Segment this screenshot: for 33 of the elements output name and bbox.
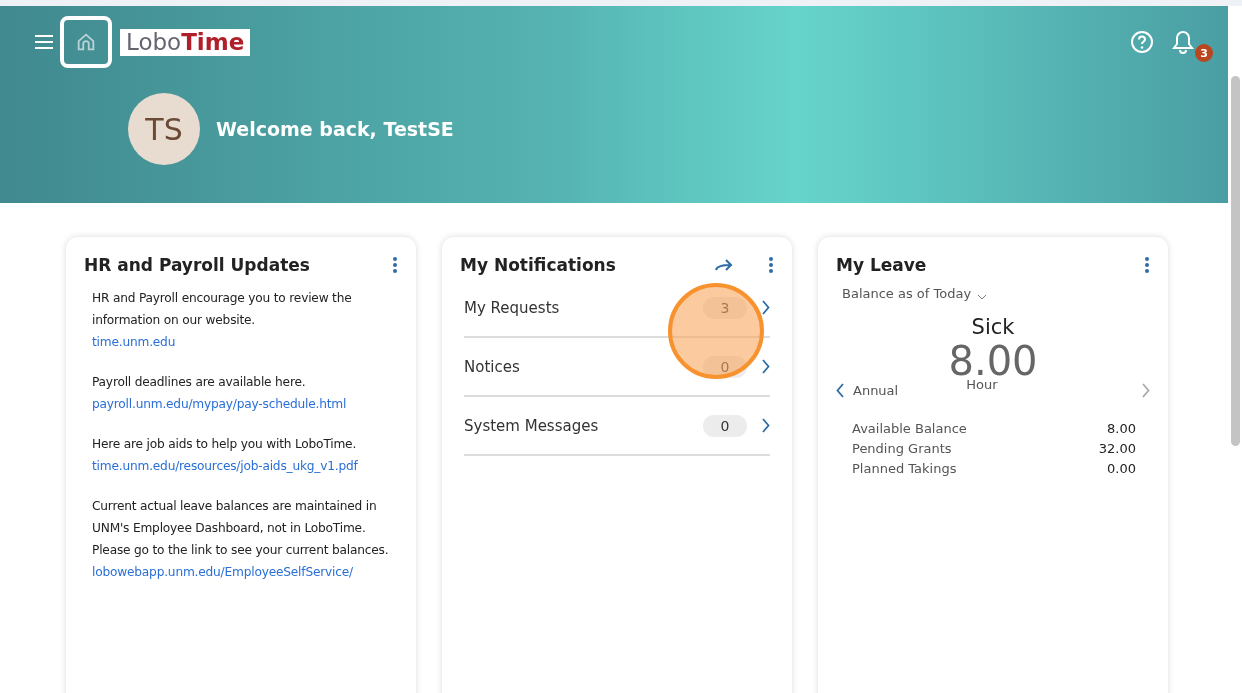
balance-label: Pending Grants [852,440,952,458]
count-badge: 0 [703,355,747,378]
balance-value: 32.00 [1098,440,1136,458]
notification-badge: 3 [1195,44,1213,62]
notification-row[interactable]: My Requests 3 [464,279,770,338]
logo: LoboTime [120,28,251,56]
balance-dropdown[interactable]: Balance as of Today [842,285,988,301]
welcome-message: Welcome back, TestSE [216,118,454,140]
notification-row[interactable]: System Messages 0 [464,397,770,456]
card-title: My Leave [836,255,928,275]
balance-value: 8.00 [1107,420,1136,438]
info-text: Here are job aids to help you with LoboTime. [92,436,358,453]
link[interactable]: payroll.unm.edu/mypay/pay-schedule.html [92,393,398,415]
balance-label: Available Balance [852,420,967,438]
count-badge: 3 [703,296,747,319]
card-title: My Notifications [460,255,617,275]
count-badge: 0 [703,414,747,437]
info-text: Current actual leave balances are maintained in UNM's Employee Dashboard, not in LoboTime. Please go to the link to see your current balances. [92,498,390,559]
balance-label: Planned Takings [852,460,957,478]
notification-label: Notices [464,357,521,376]
notification-row[interactable]: Notices 0 [464,338,770,397]
info-text: Payroll deadlines are available here. [92,374,307,391]
link[interactable]: time.unm.edu [92,331,398,353]
leave-type: Sick [971,315,1015,339]
link[interactable]: lobowebapp.unm.edu/EmployeeSelfService/ [92,561,398,583]
link[interactable]: time.unm.edu/resources/job-aids_ukg_v1.pdf [92,455,398,477]
avatar: TS [128,93,200,165]
info-text: HR and Payroll encourage you to review the information on our website. [92,290,353,329]
notification-label: My Requests [464,298,561,317]
card-title: HR and Payroll Updates [84,255,311,275]
notification-label: System Messages [464,416,600,435]
balance-value: 0.00 [1107,460,1136,478]
previous-leave-button[interactable]: Annual [836,383,899,398]
